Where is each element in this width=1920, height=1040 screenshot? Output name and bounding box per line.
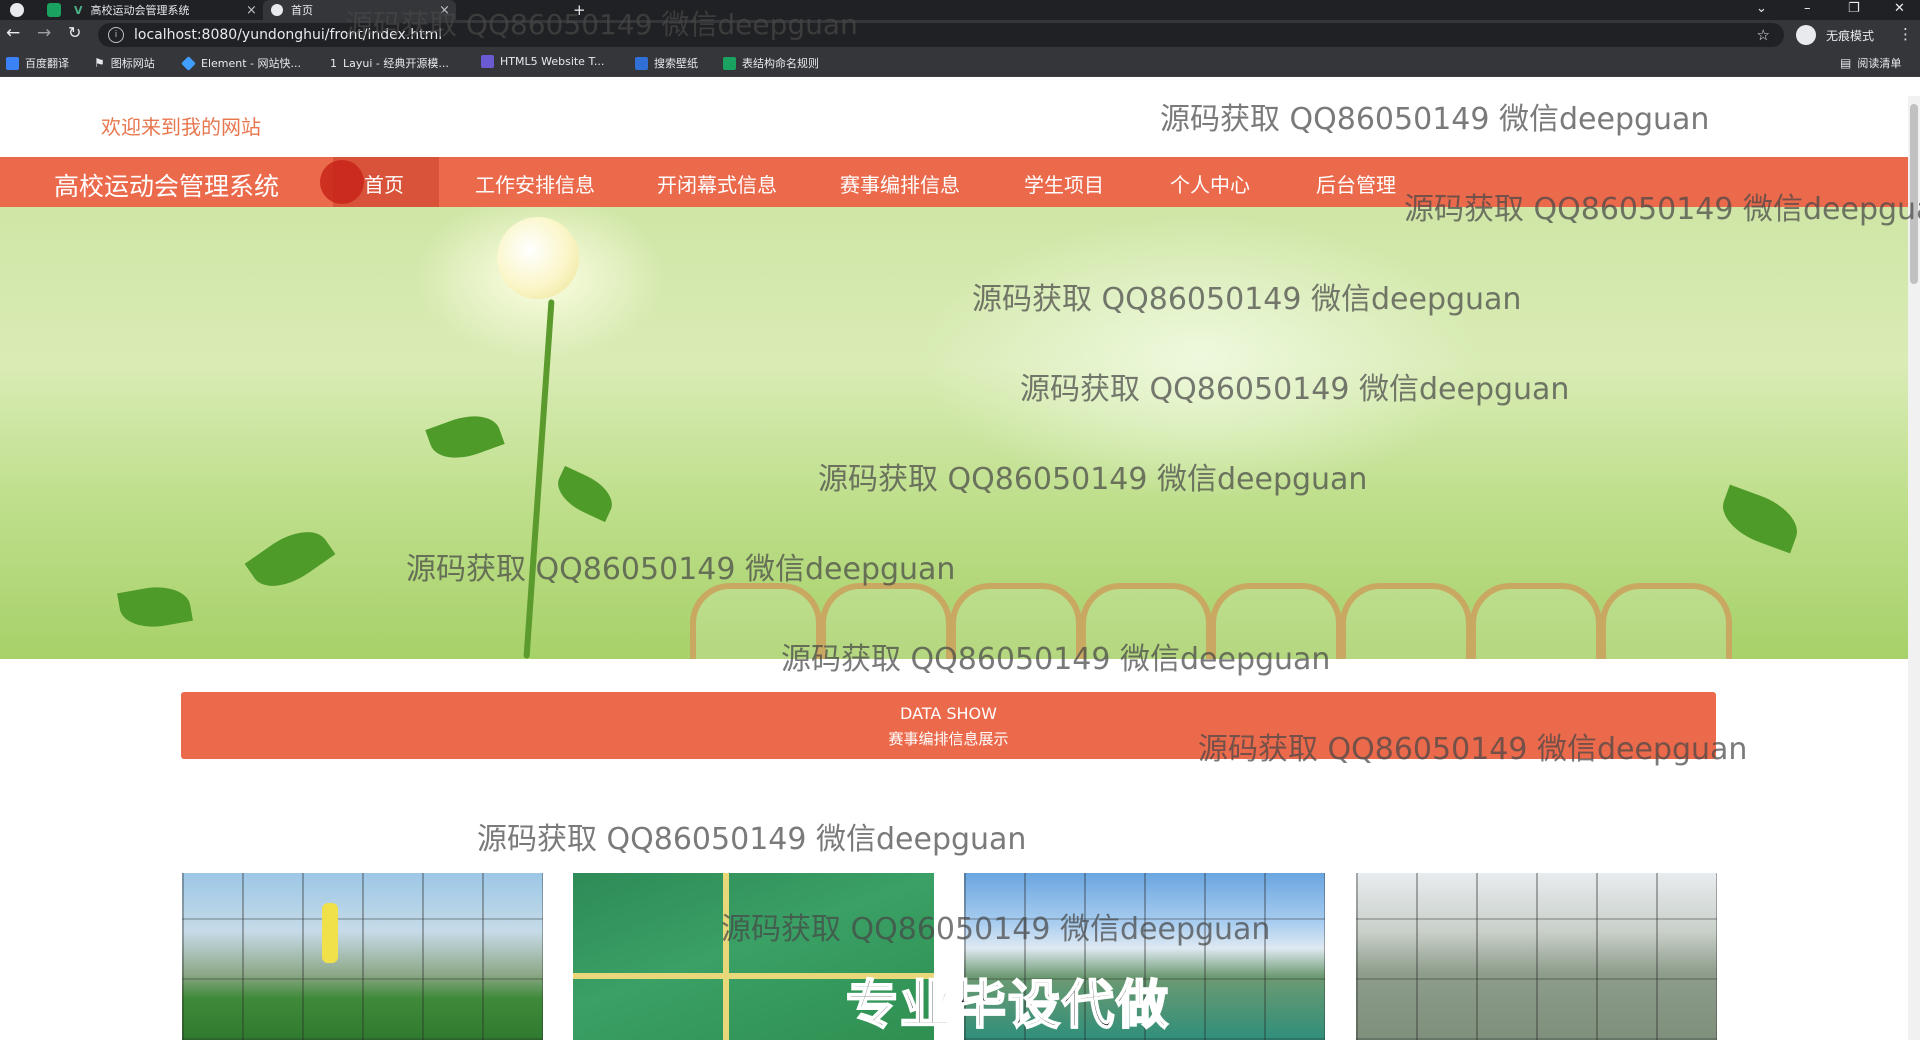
nav-work-schedule[interactable]: 工作安排信息: [475, 169, 595, 198]
minimize-button[interactable]: –: [1804, 1, 1811, 16]
banner-fence: [690, 583, 822, 659]
promo-overlay-text: 专业毕设代做: [845, 975, 1171, 1037]
wallpaper-icon: [635, 56, 648, 70]
more-icon[interactable]: ⋮: [1898, 25, 1913, 43]
address-bar-row: ← → ↻ i localhost:8080/yundonghui/front/…: [0, 20, 1920, 50]
bookmark-item[interactable]: HTML5 Website T...: [481, 55, 604, 68]
close-window-button[interactable]: ✕: [1894, 1, 1905, 16]
reading-list-icon: ▤: [1840, 56, 1852, 70]
tab-home[interactable]: 首页 ×: [263, 0, 456, 20]
page-scrollbar[interactable]: [1908, 96, 1920, 1040]
address-bar[interactable]: i localhost:8080/yundonghui/front/index.…: [98, 23, 1784, 47]
close-icon[interactable]: ×: [246, 3, 257, 18]
flag-icon: ⚑: [94, 56, 105, 70]
restore-button[interactable]: ❐: [1848, 1, 1860, 16]
url-text: localhost:8080/yundonghui/front/index.ht…: [134, 27, 443, 43]
card-image-player: [322, 903, 338, 963]
vue-icon: V: [74, 3, 83, 17]
tab-search-icon[interactable]: [47, 3, 61, 17]
tab-admin[interactable]: V 高校运动会管理系统 ×: [70, 0, 260, 20]
site-brand[interactable]: 高校运动会管理系统: [54, 167, 279, 203]
tab-list-icon[interactable]: ⌄: [1756, 1, 1767, 16]
section-header: DATA SHOW 赛事编排信息展示: [181, 692, 1716, 759]
site-info-icon[interactable]: i: [108, 27, 124, 43]
html5-icon: [481, 55, 494, 68]
banner-fence: [1600, 583, 1732, 659]
nav-event-schedule[interactable]: 赛事编排信息: [840, 169, 960, 198]
event-card[interactable]: [1356, 873, 1717, 1040]
element-icon: [181, 55, 196, 71]
card-image-fence: [1356, 873, 1717, 1040]
banner-leaf: [244, 518, 336, 600]
banner-fence: [950, 583, 1082, 659]
bookmark-label: 表结构命名规则: [742, 57, 819, 70]
card-image-court-line: [723, 873, 729, 1040]
page-viewport: 欢迎来到我的网站 高校运动会管理系统 首页 工作安排信息 开闭幕式信息 赛事编排…: [0, 96, 1908, 1040]
nav-admin[interactable]: 后台管理: [1316, 169, 1396, 198]
bookmark-item[interactable]: 百度翻译: [6, 55, 69, 71]
star-icon[interactable]: ☆: [1757, 26, 1770, 44]
banner-fence: [820, 583, 952, 659]
tab-home-title: 首页: [291, 4, 313, 17]
layui-icon: 1: [330, 56, 337, 70]
welcome-text: 欢迎来到我的网站: [101, 115, 261, 139]
banner-stem: [523, 299, 555, 659]
tab-admin-title: 高校运动会管理系统: [90, 4, 190, 17]
bookmark-label: 搜索壁纸: [654, 57, 698, 70]
banner-leaf: [425, 406, 505, 468]
carousel-banner[interactable]: [0, 207, 1908, 659]
section-title-zh: 赛事编排信息展示: [888, 730, 1009, 748]
section-title-en: DATA SHOW: [900, 704, 997, 723]
close-icon[interactable]: ×: [439, 3, 450, 18]
reload-icon[interactable]: ↻: [68, 23, 81, 42]
reading-list-label: 阅读清单: [1857, 57, 1902, 70]
nav-student-projects[interactable]: 学生项目: [1024, 169, 1104, 198]
banner-leaf: [550, 465, 620, 523]
banner-leaf: [1714, 484, 1806, 554]
bookmark-item[interactable]: ⚑ 图标网站: [94, 55, 155, 71]
banner-fence: [1470, 583, 1602, 659]
bookmark-item[interactable]: 1 Layui - 经典开源模...: [330, 55, 449, 71]
forward-icon[interactable]: →: [37, 23, 51, 43]
bookmark-item[interactable]: 表结构命名规则: [723, 55, 819, 71]
banner-fence: [1210, 583, 1342, 659]
bookmarks-bar: 百度翻译 ⚑ 图标网站 Element - 网站快... 1 Layui - 经…: [0, 50, 1920, 77]
nav-home[interactable]: 首页: [364, 169, 404, 198]
banner-bulb-illustration: [497, 217, 579, 299]
incognito-label[interactable]: 无痕模式: [1826, 27, 1874, 44]
card-image-fence: [182, 873, 543, 1040]
bookmark-item[interactable]: Element - 网站快...: [181, 55, 301, 71]
browser-tab-strip: V 高校运动会管理系统 × 首页 × + ⌄ – ❐ ✕: [0, 0, 1920, 20]
back-icon[interactable]: ←: [6, 23, 20, 43]
banner-fence: [1080, 583, 1212, 659]
bookmark-label: HTML5 Website T...: [500, 55, 605, 68]
bookmark-label: 图标网站: [110, 57, 155, 70]
banner-fence: [1340, 583, 1472, 659]
incognito-icon: [1796, 25, 1816, 45]
scrollbar-thumb[interactable]: [1910, 104, 1918, 284]
new-tab-button[interactable]: +: [573, 1, 586, 19]
main-nav: 高校运动会管理系统 首页 工作安排信息 开闭幕式信息 赛事编排信息 学生项目 个…: [0, 157, 1908, 207]
banner-leaf: [117, 581, 193, 633]
globe-icon: [271, 4, 283, 16]
translate-icon: [6, 56, 19, 70]
bookmark-label: Element - 网站快...: [201, 57, 301, 70]
nav-ceremony[interactable]: 开闭幕式信息: [657, 169, 777, 198]
bookmark-label: Layui - 经典开源模...: [343, 57, 449, 70]
browser-menu-icon[interactable]: [10, 3, 24, 17]
reading-list[interactable]: ▤ 阅读清单: [1840, 55, 1901, 71]
cursor-highlight: [320, 160, 364, 204]
event-card[interactable]: [182, 873, 543, 1040]
bookmark-item[interactable]: 搜索壁纸: [635, 55, 698, 71]
bookmark-label: 百度翻译: [25, 57, 69, 70]
nav-personal-center[interactable]: 个人中心: [1170, 169, 1250, 198]
sheet-icon: [723, 56, 736, 70]
